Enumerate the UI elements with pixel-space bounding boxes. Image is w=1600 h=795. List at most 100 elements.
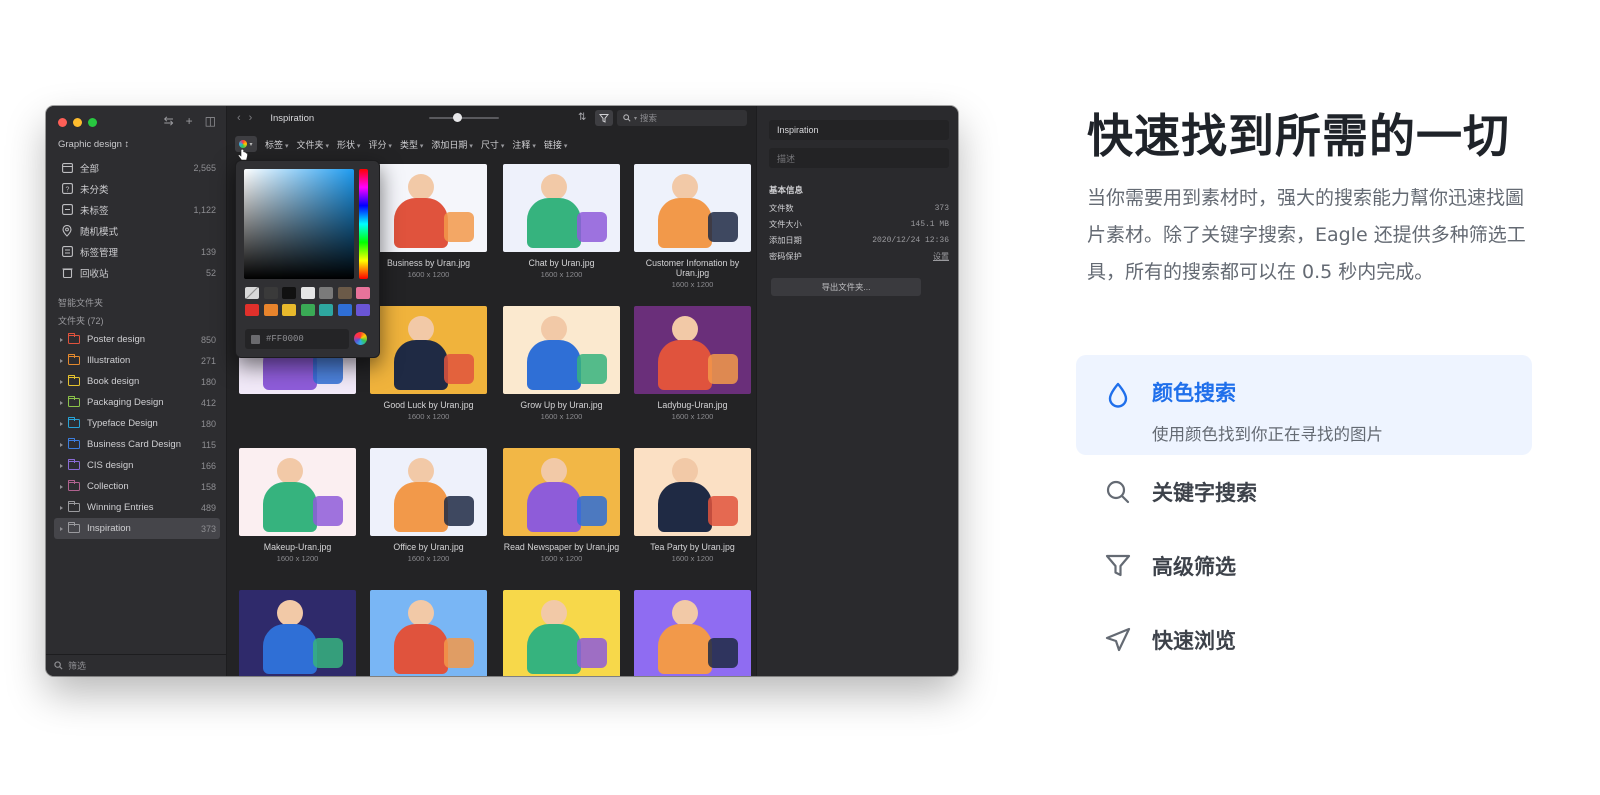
feature-item-1[interactable]: 关键字搜索 [1076, 455, 1532, 529]
disclosure-triangle-icon[interactable] [60, 526, 63, 531]
disclosure-triangle-icon[interactable] [60, 484, 63, 489]
color-swatch[interactable] [263, 287, 278, 299]
asset-thumbnail[interactable] [503, 164, 620, 252]
hue-slider[interactable] [359, 169, 368, 279]
asset-card[interactable]: Tea Party by Uran.jpg 1600 x 1200 [634, 448, 751, 563]
asset-thumbnail[interactable] [634, 164, 751, 252]
filter-dropdown-4[interactable]: 类型 [400, 138, 423, 151]
color-swatch[interactable] [319, 304, 333, 316]
filter-toggle-button[interactable] [595, 110, 613, 126]
asset-thumbnail[interactable] [634, 306, 751, 394]
color-swatch[interactable] [282, 304, 296, 316]
color-swatch[interactable] [356, 287, 370, 299]
asset-thumbnail[interactable] [370, 448, 487, 536]
folder-name-field[interactable]: Inspiration [769, 120, 949, 140]
disclosure-triangle-icon[interactable] [60, 442, 63, 447]
feature-item-2[interactable]: 高级筛选 [1076, 529, 1532, 603]
zoom-window-button[interactable] [88, 118, 97, 127]
export-folder-button[interactable]: 导出文件夹... [771, 278, 921, 296]
disclosure-triangle-icon[interactable] [60, 337, 63, 342]
asset-card[interactable] [370, 590, 487, 676]
color-swatch[interactable] [263, 304, 278, 316]
filter-dropdown-0[interactable]: 标签 [265, 138, 288, 151]
asset-thumbnail[interactable] [370, 590, 487, 676]
folder-item-4[interactable]: Typeface Design 180 [54, 413, 220, 434]
asset-thumbnail[interactable] [239, 590, 356, 676]
color-swatch[interactable] [356, 304, 370, 316]
asset-thumbnail[interactable] [634, 590, 751, 676]
sidebar-item-4[interactable]: 标签管理 139 [54, 241, 220, 262]
asset-thumbnail[interactable] [634, 448, 751, 536]
folder-item-1[interactable]: Illustration 271 [54, 350, 220, 371]
asset-thumbnail[interactable] [239, 448, 356, 536]
asset-card[interactable] [239, 590, 356, 676]
zoom-slider-handle[interactable] [453, 113, 462, 122]
filter-dropdown-8[interactable]: 链接 [544, 138, 567, 151]
asset-card[interactable]: Read Newspaper by Uran.jpg 1600 x 1200 [503, 448, 620, 563]
asset-card[interactable]: Chat by Uran.jpg 1600 x 1200 [503, 164, 620, 279]
filter-dropdown-7[interactable]: 注释 [512, 138, 535, 151]
asset-card[interactable]: Office by Uran.jpg 1600 x 1200 [370, 448, 487, 563]
smart-folders-label[interactable]: 智能文件夹 [54, 293, 220, 311]
feature-item-3[interactable]: 快速浏览 [1076, 603, 1532, 677]
asset-card[interactable]: Grow Up by Uran.jpg 1600 x 1200 [503, 306, 620, 421]
sidebar-item-0[interactable]: 全部 2,565 [54, 157, 220, 178]
sidebar-item-1[interactable]: ? 未分类 [54, 178, 220, 199]
color-swatch[interactable] [245, 287, 259, 299]
asset-thumbnail[interactable] [503, 448, 620, 536]
nav-arrows[interactable]: ‹› [237, 112, 260, 124]
sidebar-item-3[interactable]: 随机模式 [54, 220, 220, 241]
asset-card[interactable] [634, 590, 751, 676]
asset-thumbnail[interactable] [370, 164, 487, 252]
description-field[interactable]: 描述 [769, 148, 949, 168]
sidebar-toggle-icon[interactable]: ◫ [205, 114, 216, 128]
asset-card[interactable]: Makeup-Uran.jpg 1600 x 1200 [239, 448, 356, 563]
sidebar-item-5[interactable]: 回收站 52 [54, 262, 220, 283]
minimize-window-button[interactable] [73, 118, 82, 127]
asset-card[interactable]: Customer Infomation by Uran.jpg 1600 x 12… [634, 164, 751, 289]
asset-thumbnail[interactable] [503, 590, 620, 676]
color-swatch[interactable] [300, 287, 315, 299]
filter-dropdown-1[interactable]: 文件夹 [296, 138, 328, 151]
sidebar-filter[interactable]: 筛选 [46, 654, 226, 676]
add-icon[interactable]: + [186, 114, 193, 128]
filter-dropdown-5[interactable]: 添加日期 [431, 138, 472, 151]
hex-input[interactable]: #FF0000 [245, 329, 349, 349]
disclosure-triangle-icon[interactable] [60, 379, 63, 384]
asset-card[interactable] [503, 590, 620, 676]
asset-card[interactable]: Good Luck by Uran.jpg 1600 x 1200 [370, 306, 487, 421]
color-saturation-field[interactable] [244, 169, 354, 279]
close-window-button[interactable] [58, 118, 67, 127]
disclosure-triangle-icon[interactable] [60, 505, 63, 510]
color-swatch[interactable] [245, 304, 259, 316]
feature-item-0[interactable]: 颜色搜索 使用颜色找到你正在寻找的图片 [1076, 355, 1532, 455]
info-value[interactable]: 设置 [933, 251, 949, 262]
folder-item-8[interactable]: Winning Entries 489 [54, 497, 220, 518]
folders-label[interactable]: 文件夹 (72) [54, 311, 220, 329]
color-swatch[interactable] [337, 287, 352, 299]
library-switcher[interactable]: Graphic design ↕ [58, 139, 129, 150]
sidebar-item-2[interactable]: 未标签 1,122 [54, 199, 220, 220]
color-swatch[interactable] [282, 287, 296, 299]
folder-item-2[interactable]: Book design 180 [54, 371, 220, 392]
color-swatch[interactable] [300, 304, 315, 316]
folder-item-9[interactable]: Inspiration 373 [54, 518, 220, 539]
folder-item-7[interactable]: Collection 158 [54, 476, 220, 497]
zoom-slider[interactable] [429, 117, 499, 119]
folder-item-5[interactable]: Business Card Design 115 [54, 434, 220, 455]
search-input[interactable]: ▾ 搜索 [617, 110, 747, 126]
color-swatch[interactable] [337, 304, 352, 316]
disclosure-triangle-icon[interactable] [60, 400, 63, 405]
disclosure-triangle-icon[interactable] [60, 421, 63, 426]
asset-card[interactable]: Ladybug-Uran.jpg 1600 x 1200 [634, 306, 751, 421]
filter-dropdown-6[interactable]: 尺寸 [481, 138, 504, 151]
sort-icon[interactable]: ⇅ [578, 112, 586, 123]
filter-dropdown-3[interactable]: 评分 [368, 138, 391, 151]
swap-icon[interactable]: ⇆ [164, 114, 174, 128]
color-wheel-icon[interactable] [354, 332, 367, 345]
color-swatch[interactable] [319, 287, 333, 299]
folder-item-0[interactable]: Poster design 850 [54, 329, 220, 350]
asset-thumbnail[interactable] [503, 306, 620, 394]
asset-thumbnail[interactable] [370, 306, 487, 394]
folder-item-6[interactable]: CIS design 166 [54, 455, 220, 476]
